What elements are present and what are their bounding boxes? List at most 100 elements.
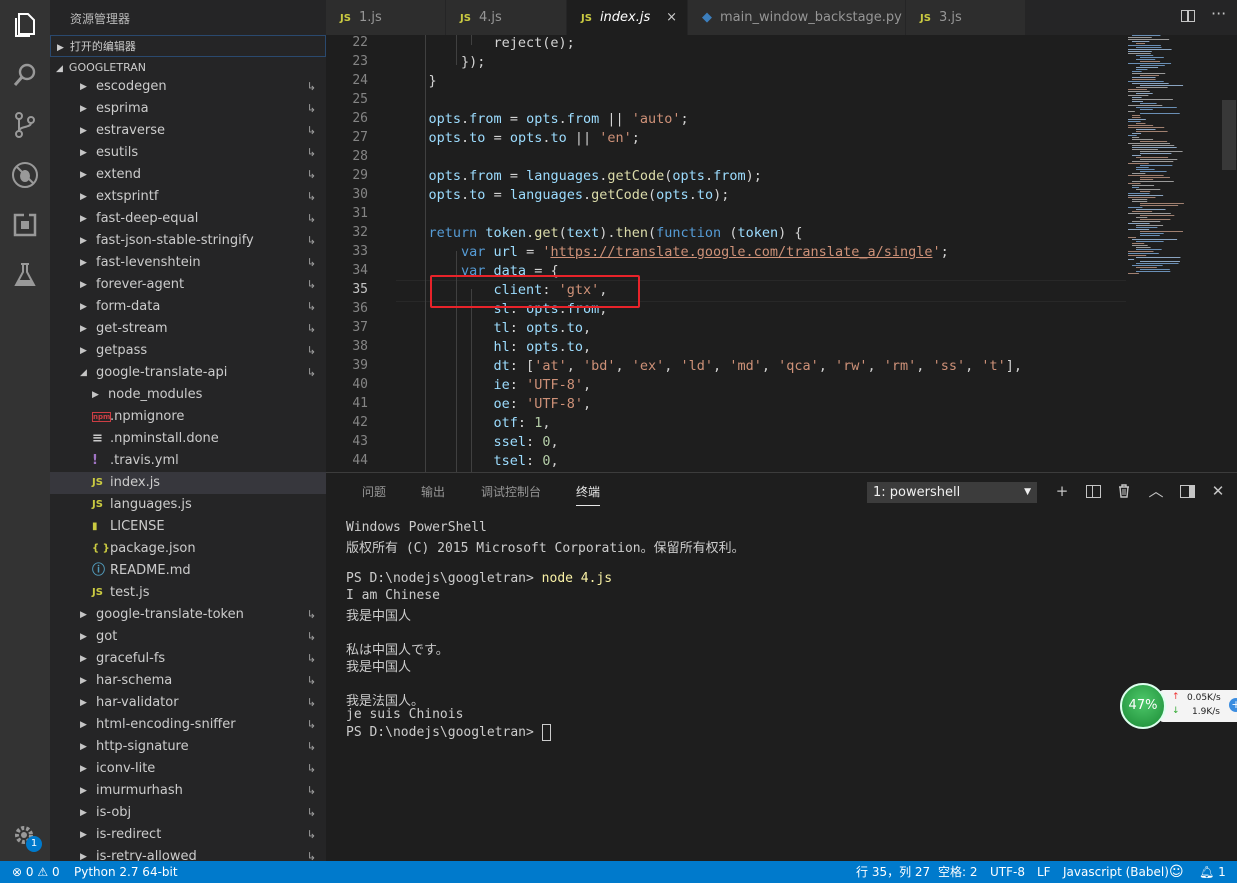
tree-item[interactable]: ≡ .npminstall.done	[50, 428, 326, 450]
explorer-icon[interactable]	[10, 10, 40, 40]
tree-item[interactable]: ▶ fast-json-stable-stringify ↳	[50, 230, 326, 252]
tree-item[interactable]: ▶ extsprintf ↳	[50, 186, 326, 208]
line-number: 43	[352, 434, 368, 449]
tree-item[interactable]: ▶ har-schema ↳	[50, 670, 326, 692]
tab-debug-console[interactable]: 调试控制台	[481, 483, 541, 500]
more-actions-icon[interactable]: ···	[1211, 4, 1226, 23]
minimap-line	[1132, 97, 1142, 98]
code-line: tl: opts.to,	[396, 320, 592, 336]
tree-item[interactable]: npm .npmignore	[50, 406, 326, 428]
editor-tab[interactable]: JS 4.js	[446, 0, 567, 35]
new-terminal-plus-icon[interactable]: +	[1054, 483, 1070, 499]
tree-item[interactable]: ◢ google-translate-api ↳	[50, 362, 326, 384]
widget-plus-icon[interactable]: +	[1229, 698, 1237, 712]
network-speed-widget[interactable]: ↑ 0.05K/s ↓ 1.9K/s + 47%	[1120, 683, 1237, 729]
tree-item[interactable]: ▶ iconv-lite ↳	[50, 758, 326, 780]
terminal-select[interactable]: 1: powershell ▼	[867, 482, 1037, 503]
extensions-icon[interactable]	[10, 210, 40, 240]
tree-item[interactable]: { } package.json	[50, 538, 326, 560]
tree-item[interactable]: ▶ http-signature ↳	[50, 736, 326, 758]
tree-item[interactable]: ▶ html-encoding-sniffer ↳	[50, 714, 326, 736]
tree-item[interactable]: ▶ is-retry-allowed ↳	[50, 846, 326, 861]
tree-item[interactable]: ▶ get-stream ↳	[50, 318, 326, 340]
maximize-panel-chevron-up-icon[interactable]: ︿	[1148, 483, 1164, 499]
symlink-icon: ↳	[306, 300, 316, 313]
tab-terminal[interactable]: 终端	[576, 483, 601, 506]
line-number: 27	[352, 130, 368, 145]
python-interpreter[interactable]: Python 2.7 64-bit	[74, 861, 178, 883]
editor-tab[interactable]: JS 1.js	[326, 0, 446, 35]
close-panel-icon[interactable]: ✕	[1210, 483, 1226, 499]
tree-item[interactable]: ▶ forever-agent ↳	[50, 274, 326, 296]
tree-item[interactable]: ▶ is-redirect ↳	[50, 824, 326, 846]
language-mode[interactable]: Javascript (Babel)	[1063, 861, 1169, 883]
tree-item[interactable]: ▶ is-obj ↳	[50, 802, 326, 824]
split-editor-icon[interactable]	[1181, 10, 1195, 22]
code-line: tsel: 0,	[396, 453, 559, 469]
tree-item[interactable]: ▶ imurmurhash ↳	[50, 780, 326, 802]
minimap-line	[1128, 127, 1165, 128]
minimap-line	[1132, 155, 1142, 156]
tab-problems[interactable]: 问题	[362, 483, 386, 500]
tree-item[interactable]: ▶ esprima ↳	[50, 98, 326, 120]
chevron-right-icon: ▶	[80, 720, 87, 730]
close-tab-icon[interactable]: ×	[666, 0, 677, 35]
settings-gear-icon[interactable]: 1	[10, 820, 42, 852]
end-of-line[interactable]: LF	[1037, 861, 1051, 883]
test-flask-icon[interactable]	[10, 260, 40, 290]
tree-item[interactable]: ▶ har-validator ↳	[50, 692, 326, 714]
indentation[interactable]: 空格: 2	[938, 861, 978, 883]
tree-item[interactable]: ▶ estraverse ↳	[50, 120, 326, 142]
trash-icon[interactable]	[1116, 483, 1132, 499]
encoding[interactable]: UTF-8	[990, 861, 1025, 883]
tree-item-label: fast-deep-equal	[96, 211, 199, 226]
tree-item[interactable]: ▶ fast-levenshtein ↳	[50, 252, 326, 274]
tree-item[interactable]: ⓘ README.md	[50, 560, 326, 582]
minimap-line	[1132, 117, 1141, 118]
tree-item[interactable]: ▶ node_modules	[50, 384, 326, 406]
minimap[interactable]	[1126, 35, 1222, 335]
tree-item[interactable]: JS index.js	[50, 472, 326, 494]
debug-icon[interactable]	[10, 160, 40, 190]
error-count: 0	[25, 865, 34, 879]
minimap-line	[1136, 263, 1179, 264]
minimap-line	[1136, 225, 1164, 226]
open-editors-section[interactable]: ▶ 打开的编辑器	[50, 35, 326, 57]
toggle-panel-layout-icon[interactable]	[1179, 483, 1195, 499]
minimap-line	[1128, 89, 1147, 90]
tree-item[interactable]: ▶ extend ↳	[50, 164, 326, 186]
tree-item[interactable]: ▶ escodegen ↳	[50, 76, 326, 98]
problems-status[interactable]: ⊗ 0 ⚠ 0	[12, 861, 60, 883]
tree-item[interactable]: JS languages.js	[50, 494, 326, 516]
editor-tab[interactable]: JS index.js ×	[567, 0, 688, 35]
tree-item[interactable]: ▶ form-data ↳	[50, 296, 326, 318]
feedback-smiley-icon[interactable]: ☺	[1169, 861, 1184, 883]
editor-tab[interactable]: ◆ main_window_backstage.py	[688, 0, 906, 35]
source-control-icon[interactable]	[10, 110, 40, 140]
tree-item-label: README.md	[110, 563, 191, 578]
minimap-line	[1128, 121, 1141, 122]
editor-scrollbar-thumb[interactable]	[1222, 100, 1236, 170]
tree-item[interactable]: ! .travis.yml	[50, 450, 326, 472]
notifications[interactable]: 🔔︎ 1	[1199, 861, 1226, 883]
tree-item[interactable]: ▶ graceful-fs ↳	[50, 648, 326, 670]
tree-item[interactable]: ▶ google-translate-token ↳	[50, 604, 326, 626]
tree-item[interactable]: ▶ esutils ↳	[50, 142, 326, 164]
tree-item[interactable]: ▮ LICENSE	[50, 516, 326, 538]
split-terminal-icon[interactable]	[1085, 483, 1101, 499]
cursor-position[interactable]: 行 35，列 27	[856, 861, 930, 883]
tree-item[interactable]: JS test.js	[50, 582, 326, 604]
tree-item[interactable]: ▶ got ↳	[50, 626, 326, 648]
tab-output[interactable]: 输出	[421, 483, 445, 500]
code-line: opts.from = opts.from || 'auto';	[396, 111, 689, 127]
chevron-right-icon: ▶	[80, 324, 87, 334]
tree-item[interactable]: ▶ fast-deep-equal ↳	[50, 208, 326, 230]
open-editors-label: 打开的编辑器	[69, 40, 136, 53]
search-icon[interactable]	[10, 60, 40, 90]
tree-item[interactable]: ▶ getpass ↳	[50, 340, 326, 362]
minimap-line	[1136, 189, 1161, 190]
symlink-icon: ↳	[306, 344, 316, 357]
minimap-line	[1132, 187, 1140, 188]
editor-tab[interactable]: JS 3.js	[906, 0, 1026, 35]
code-editor[interactable]: 22 23 24 25 26 27 28 29 30 31 32 33 34 35 36 37 38 39 40 41…	[326, 35, 1237, 472]
